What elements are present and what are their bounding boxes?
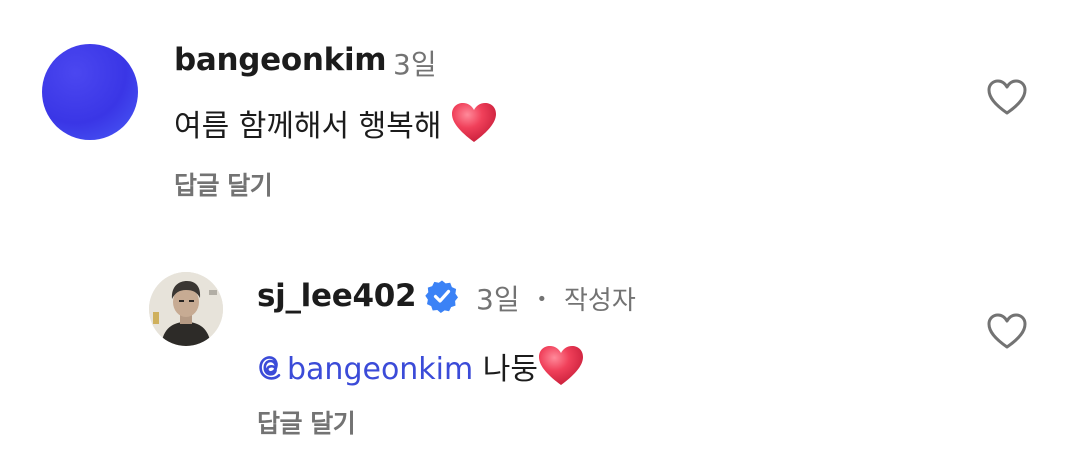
comment-username[interactable]: sj_lee402: [257, 278, 417, 314]
comment-time: 3일: [393, 48, 437, 81]
reply-button[interactable]: 답글 달기: [257, 404, 356, 440]
heart-emoji-icon: [538, 345, 584, 395]
mention-username: bangeonkim: [287, 352, 474, 387]
comment-text-content: 나둥: [482, 352, 538, 387]
author-badge: 작성자: [564, 286, 636, 316]
like-heart-icon[interactable]: [986, 78, 1028, 116]
like-heart-icon[interactable]: [986, 312, 1028, 350]
avatar[interactable]: [149, 272, 223, 346]
comment-username[interactable]: bangeonkim: [174, 42, 387, 78]
comment-text-content: 여름 함께해서 행복해: [174, 109, 442, 144]
reply-button[interactable]: 답글 달기: [174, 166, 273, 202]
verified-badge-icon: [425, 279, 459, 313]
comment-text: bangeonkim 나둥: [257, 344, 584, 395]
meta-separator: •: [536, 289, 548, 310]
comment-text: 여름 함께해서 행복해: [174, 101, 497, 152]
heart-emoji-icon: [451, 102, 497, 152]
threads-at-icon: [257, 354, 285, 382]
comment-time: 3일: [476, 283, 520, 316]
comment-meta: 3일 • 작성자: [476, 278, 636, 318]
comments-panel: bangeonkim 3일 여름 함께해서 행복해 답글 달기 sj_lee40…: [0, 0, 1079, 476]
mention-link[interactable]: bangeonkim: [257, 352, 473, 387]
avatar[interactable]: [42, 44, 138, 140]
